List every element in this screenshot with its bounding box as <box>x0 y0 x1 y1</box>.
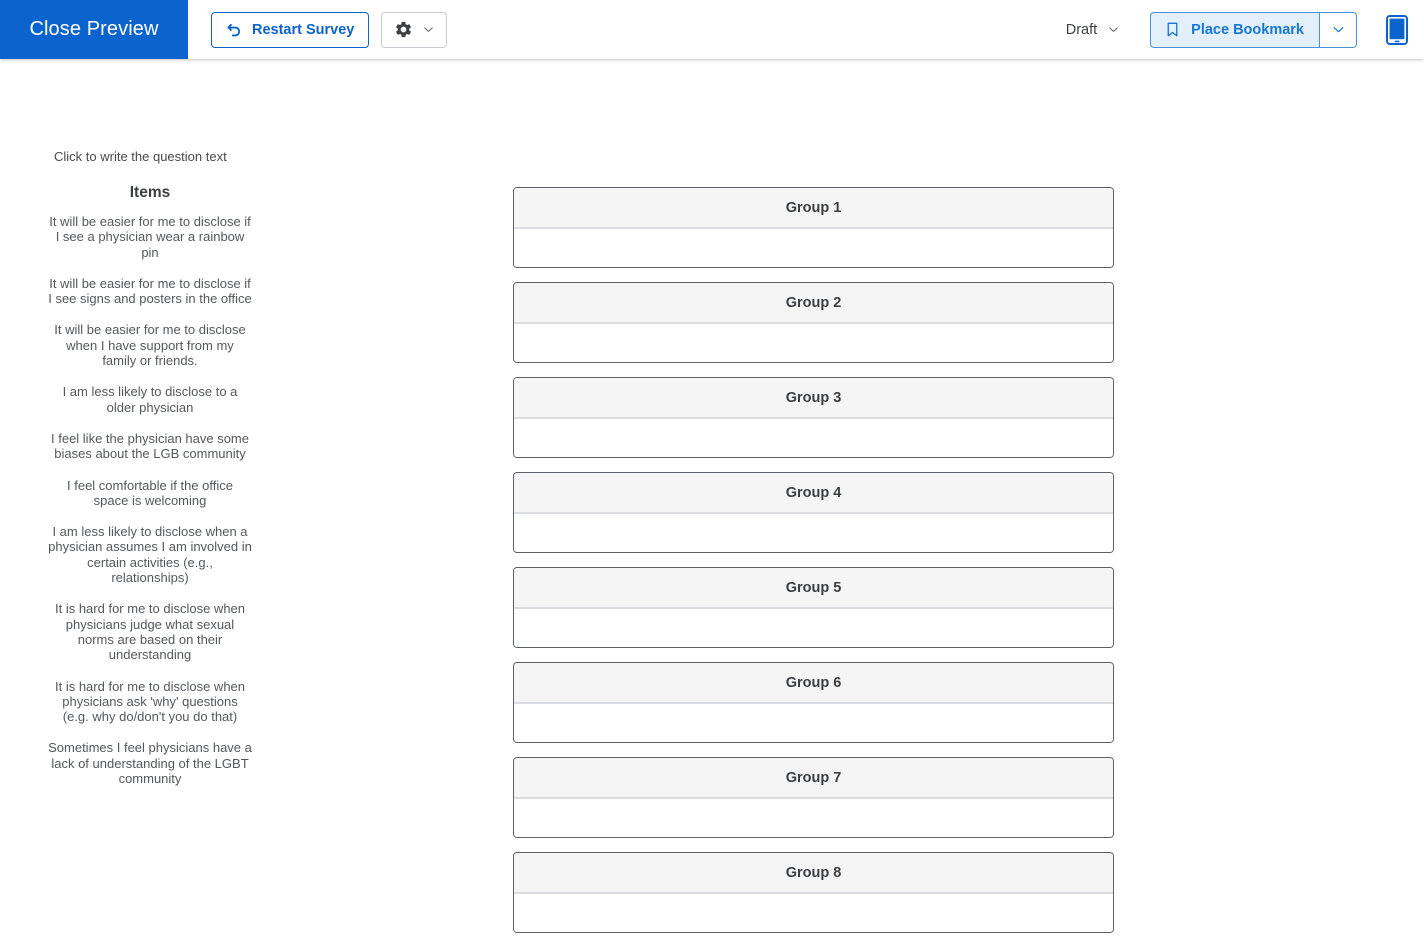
restart-survey-label: Restart Survey <box>252 21 355 38</box>
place-bookmark-label: Place Bookmark <box>1191 21 1304 38</box>
group-dropzone[interactable] <box>514 609 1113 647</box>
draggable-item[interactable]: I feel comfortable if the office space i… <box>48 478 252 509</box>
status-dropdown[interactable]: Draft <box>1066 22 1120 38</box>
group-dropzone[interactable] <box>514 704 1113 742</box>
items-column: Items It will be easier for me to disclo… <box>48 184 252 802</box>
group-dropzone[interactable] <box>514 894 1113 932</box>
items-list: It will be easier for me to disclose if … <box>48 214 252 786</box>
group-dropzone[interactable] <box>514 419 1113 457</box>
place-bookmark-dropdown[interactable] <box>1319 11 1357 48</box>
tablet-device-icon <box>1386 14 1408 45</box>
group-box[interactable]: Group 8 <box>513 852 1114 933</box>
group-header[interactable]: Group 6 <box>514 663 1113 704</box>
group-header[interactable]: Group 5 <box>514 568 1113 609</box>
group-dropzone[interactable] <box>514 514 1113 552</box>
group-dropzone[interactable] <box>514 799 1113 837</box>
draggable-item[interactable]: Sometimes I feel physicians have a lack … <box>48 740 252 786</box>
place-bookmark-button[interactable]: Place Bookmark <box>1150 11 1319 48</box>
place-bookmark-group: Place Bookmark <box>1150 11 1357 48</box>
chevron-down-icon <box>1331 22 1346 37</box>
chevron-down-icon <box>1107 23 1120 36</box>
group-dropzone[interactable] <box>514 229 1113 267</box>
device-preview-button[interactable] <box>1382 12 1412 48</box>
top-toolbar: Close Preview Restart Survey Draft Place… <box>0 0 1424 59</box>
close-preview-button[interactable]: Close Preview <box>0 0 188 59</box>
group-header[interactable]: Group 2 <box>514 283 1113 324</box>
restart-survey-button[interactable]: Restart Survey <box>211 11 370 48</box>
draggable-item[interactable]: It is hard for me to disclose when physi… <box>48 601 252 662</box>
group-header[interactable]: Group 8 <box>514 853 1113 894</box>
draggable-item[interactable]: It will be easier for me to disclose if … <box>48 214 252 260</box>
items-heading: Items <box>129 184 171 201</box>
group-header[interactable]: Group 4 <box>514 473 1113 514</box>
draggable-item[interactable]: It will be easier for me to disclose if … <box>48 276 252 307</box>
undo-arrow-icon <box>226 21 243 38</box>
toolbar-left-group: Restart Survey <box>211 11 448 48</box>
question-text-placeholder[interactable]: Click to write the question text <box>54 149 227 164</box>
group-box[interactable]: Group 3 <box>513 377 1114 458</box>
draggable-item[interactable]: I am less likely to disclose when a phys… <box>48 524 252 585</box>
draggable-item[interactable]: It will be easier for me to disclose whe… <box>48 322 252 368</box>
status-label: Draft <box>1065 21 1098 38</box>
survey-preview-content: Click to write the question text Items I… <box>0 59 1424 933</box>
group-box[interactable]: Group 1 <box>513 187 1114 268</box>
chevron-down-icon <box>422 23 435 36</box>
gear-icon <box>394 20 413 39</box>
group-box[interactable]: Group 4 <box>513 472 1114 553</box>
draggable-item[interactable]: I am less likely to disclose to a older … <box>48 384 252 415</box>
draggable-item[interactable]: It is hard for me to disclose when physi… <box>48 679 252 725</box>
draggable-item[interactable]: I feel like the physician have some bias… <box>48 431 252 462</box>
toolbar-right-group: Draft Place Bookmark <box>1066 11 1412 48</box>
group-box[interactable]: Group 7 <box>513 757 1114 838</box>
group-box[interactable]: Group 5 <box>513 567 1114 648</box>
survey-settings-button[interactable] <box>381 11 448 48</box>
group-dropzone[interactable] <box>514 324 1113 362</box>
close-preview-label: Close Preview <box>29 18 159 40</box>
group-header[interactable]: Group 3 <box>514 378 1113 419</box>
bookmark-icon <box>1164 20 1181 39</box>
group-box[interactable]: Group 2 <box>513 282 1114 363</box>
group-box[interactable]: Group 6 <box>513 662 1114 743</box>
group-header[interactable]: Group 1 <box>514 188 1113 229</box>
group-header[interactable]: Group 7 <box>514 758 1113 799</box>
groups-column: Group 1 Group 2 Group 3 Group 4 Group 5 Group… <box>513 187 1114 947</box>
